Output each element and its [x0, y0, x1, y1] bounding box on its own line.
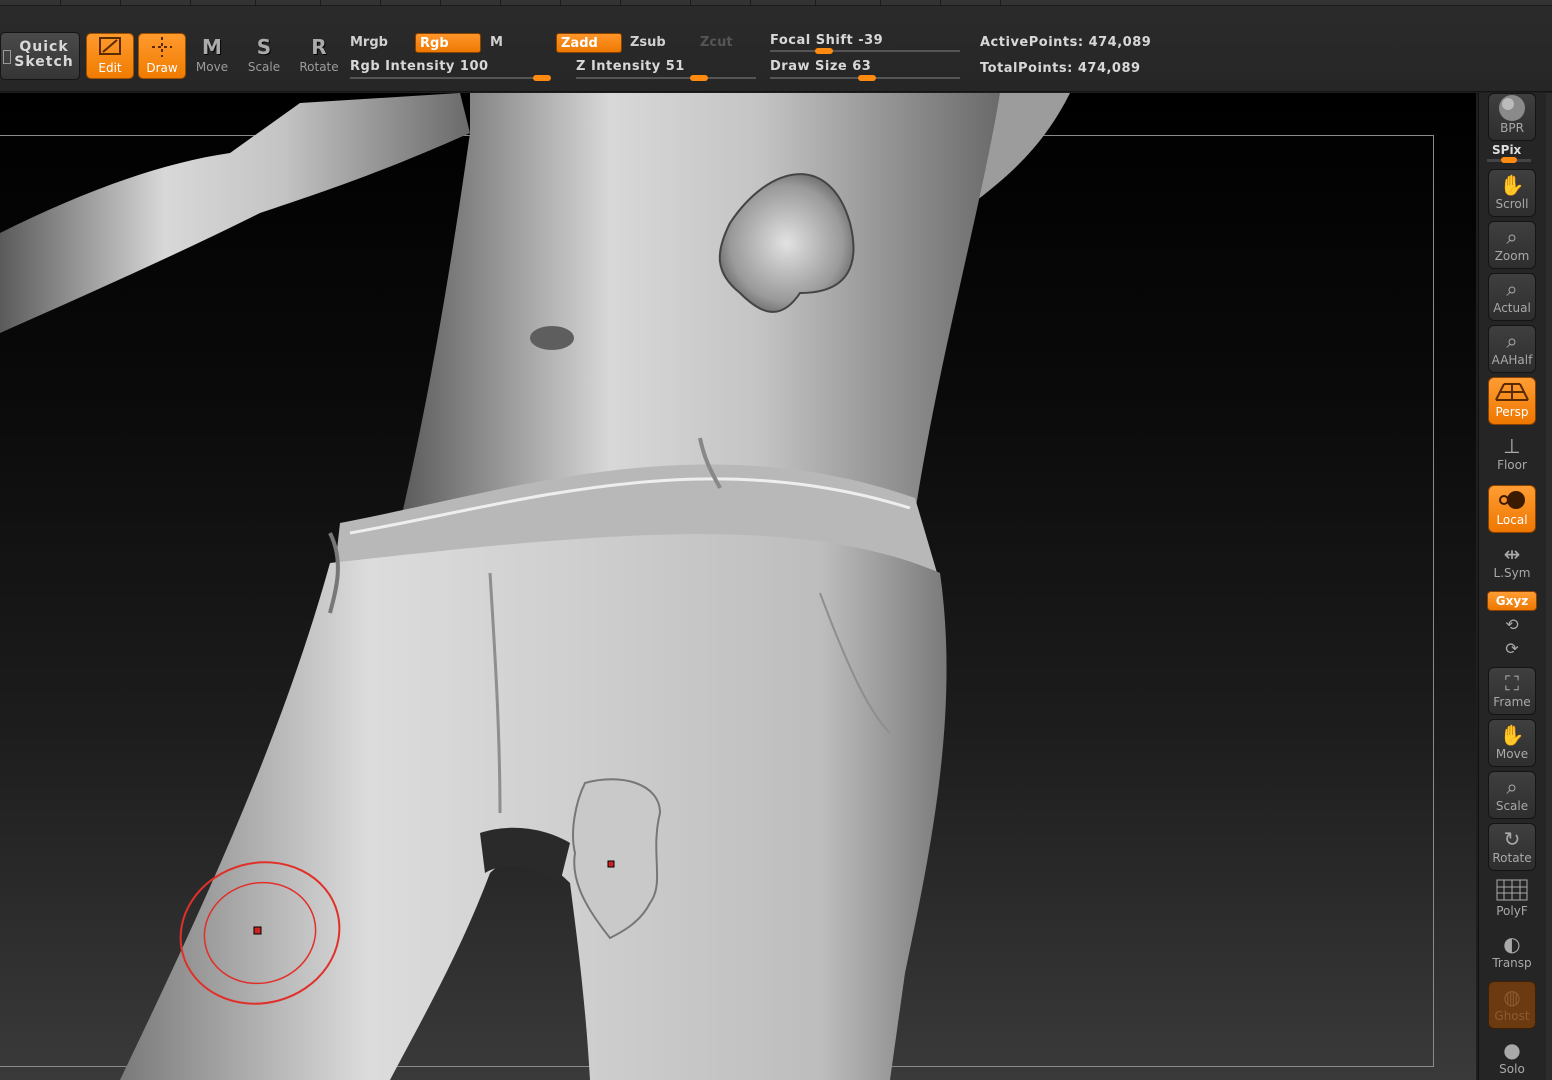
zsub-toggle[interactable]: Zsub: [626, 33, 690, 53]
floor-label: Floor: [1497, 458, 1527, 472]
rotate-view-button[interactable]: ↻ Rotate: [1488, 823, 1536, 871]
draw-button[interactable]: Draw: [138, 33, 186, 79]
focal-shift-label: Focal Shift -39: [770, 33, 884, 48]
actual-button[interactable]: ⌕ Actual: [1488, 273, 1536, 321]
rgb-intensity-knob[interactable]: [533, 75, 551, 81]
rgb-intensity-label: Rgb Intensity 100: [350, 59, 489, 74]
transp-button[interactable]: ◐ Transp: [1488, 929, 1536, 977]
active-points: ActivePoints: 474,089: [980, 35, 1152, 50]
rotate-label: Rotate: [299, 60, 339, 74]
magnifier-icon: ⌕: [1506, 775, 1518, 799]
draw-size-label: Draw Size 63: [770, 59, 872, 74]
solo-button[interactable]: ● Solo: [1488, 1035, 1536, 1080]
symmetry-arrows-icon: ⇹: [1503, 542, 1521, 566]
draw-size-knob[interactable]: [858, 75, 876, 81]
actual-size-icon: ⌕: [1506, 277, 1518, 301]
perspective-grid-icon: [1489, 378, 1535, 408]
top-shelf: Quick Sketch Edit Draw M Move S Scale R …: [0, 0, 1552, 92]
draw-icon: [139, 34, 185, 62]
focal-shift-knob[interactable]: [815, 48, 833, 54]
rotate-button[interactable]: R Rotate: [295, 33, 343, 79]
floor-button[interactable]: ⊥ Floor: [1488, 431, 1536, 479]
quick-sketch-icon: [3, 50, 11, 64]
quick-sketch-button[interactable]: Quick Sketch: [0, 32, 80, 80]
edit-button[interactable]: Edit: [86, 33, 134, 79]
scale-icon: S: [256, 35, 272, 59]
draw-label: Draw: [146, 61, 178, 75]
move-button[interactable]: M Move: [188, 33, 236, 79]
aahalf-icon: ⌕: [1506, 329, 1518, 353]
move-icon: M: [202, 35, 222, 59]
move-view-button[interactable]: ✋ Move: [1488, 719, 1536, 767]
scroll-button[interactable]: ✋ Scroll: [1488, 169, 1536, 217]
focal-shift-slider[interactable]: [770, 50, 960, 52]
zoom-label: Zoom: [1494, 249, 1530, 263]
lsym-button[interactable]: ⇹ L.Sym: [1488, 539, 1536, 587]
aahalf-label: AAHalf: [1491, 353, 1533, 367]
hand-icon: ✋: [1499, 173, 1525, 197]
quick-sketch-label: Quick Sketch: [14, 39, 74, 70]
rotate-icon: ↻: [1503, 827, 1521, 851]
frame-icon: ⛶: [1505, 671, 1519, 695]
floor-icon: ⊥: [1503, 434, 1521, 458]
mrgb-toggle[interactable]: Mrgb: [346, 33, 408, 53]
frame-button[interactable]: ⛶ Frame: [1488, 667, 1536, 715]
solo-spheres-icon: ●: [1503, 1038, 1521, 1062]
transparency-icon: ◐: [1503, 932, 1521, 956]
cursor-marker-icon: [607, 860, 615, 868]
edit-icon: [87, 34, 133, 62]
rotate-y-icon[interactable]: ⟲: [1497, 615, 1527, 634]
magnifier-icon: ⌕: [1506, 225, 1518, 249]
z-intensity-label: Z Intensity 51: [576, 59, 685, 74]
zadd-toggle[interactable]: Zadd: [556, 33, 622, 53]
rgb-intensity-slider[interactable]: [350, 77, 550, 79]
scale-label: Scale: [247, 60, 281, 74]
scale-view-label: Scale: [1495, 799, 1529, 813]
tray-scroll-edge: [1546, 93, 1552, 1080]
solo-label: Solo: [1499, 1062, 1525, 1076]
polyframe-grid-icon: [1488, 877, 1536, 907]
bpr-button[interactable]: BPR: [1488, 93, 1536, 141]
rotate-icon: R: [311, 35, 327, 59]
ghost-icon: ◍: [1503, 985, 1521, 1009]
edit-label: Edit: [98, 61, 122, 75]
persp-button[interactable]: Persp: [1488, 377, 1536, 425]
scale-button[interactable]: S Scale: [240, 33, 288, 79]
zcut-toggle[interactable]: Zcut: [696, 33, 756, 53]
hand-icon: ✋: [1499, 723, 1525, 747]
rotate-z-icon[interactable]: ⟳: [1497, 639, 1527, 658]
xyz-button[interactable]: Gxyz: [1487, 591, 1537, 611]
canvas-viewport[interactable]: [0, 93, 1476, 1080]
brush-cursor-icon: [179, 861, 341, 1005]
actual-label: Actual: [1493, 301, 1531, 315]
scale-view-button[interactable]: ⌕ Scale: [1488, 771, 1536, 819]
total-points: TotalPoints: 474,089: [980, 61, 1141, 76]
lsym-label: L.Sym: [1493, 566, 1531, 580]
local-button[interactable]: Local: [1488, 485, 1536, 533]
rgb-toggle[interactable]: Rgb: [415, 33, 481, 53]
z-intensity-slider[interactable]: [576, 77, 756, 79]
rotate-view-label: Rotate: [1492, 851, 1532, 865]
aahalf-button[interactable]: ⌕ AAHalf: [1488, 325, 1536, 373]
ghost-button[interactable]: ◍ Ghost: [1488, 981, 1536, 1029]
ghost-label: Ghost: [1494, 1009, 1530, 1023]
scroll-label: Scroll: [1495, 197, 1529, 211]
menu-strip: [0, 0, 1552, 6]
zoom-button[interactable]: ⌕ Zoom: [1488, 221, 1536, 269]
spix-knob[interactable]: [1501, 157, 1517, 163]
local-pivot-icon: [1489, 486, 1535, 516]
move-view-label: Move: [1495, 747, 1529, 761]
move-label: Move: [195, 60, 229, 74]
sphere-icon: [1489, 94, 1535, 124]
persp-label: Persp: [1495, 405, 1529, 419]
polyf-button[interactable]: PolyF: [1488, 877, 1536, 925]
m-toggle[interactable]: M: [486, 33, 546, 53]
transp-label: Transp: [1492, 956, 1532, 970]
z-intensity-knob[interactable]: [690, 75, 708, 81]
right-tray: BPR SPix ✋ Scroll ⌕ Zoom ⌕ Actual ⌕ AAHa…: [1478, 93, 1552, 1080]
spix-label: SPix: [1492, 143, 1522, 157]
frame-label: Frame: [1493, 695, 1531, 709]
